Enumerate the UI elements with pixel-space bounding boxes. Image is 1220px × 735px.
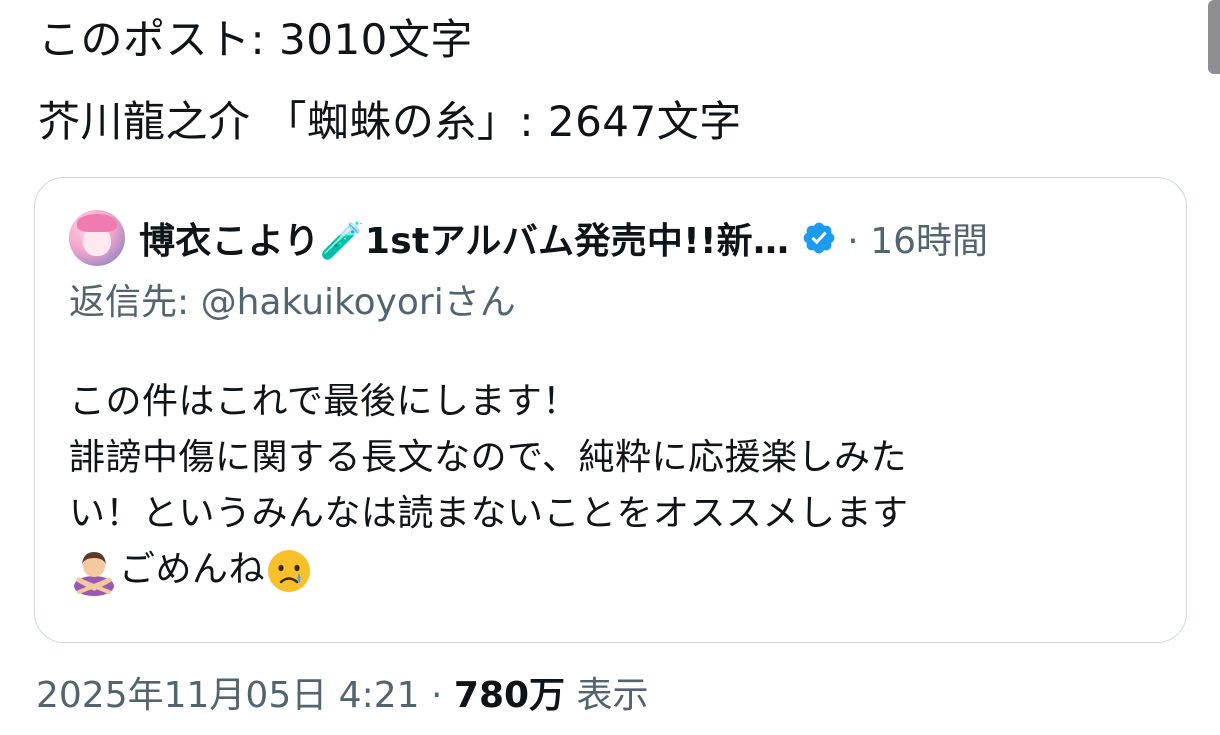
post-datetime[interactable]: 2025年11月05日 4:21 — [36, 675, 420, 716]
post-detail: このポスト: 3010文字 芥川龍之介 「蜘蛛の糸」: 2647文字 博衣こより… — [0, 0, 1220, 735]
quote-line-3: い！というみんなは読まないことをオススメします — [69, 493, 909, 534]
scrollbar[interactable] — [1208, 0, 1220, 74]
post-meta: 2025年11月05日 4:21 · 780万 表示 — [36, 668, 649, 724]
post-text: このポスト: 3010文字 芥川龍之介 「蜘蛛の糸」: 2647文字 — [38, 12, 1180, 150]
quoted-post-header: 博衣こより🧪1stアルバム発売中!!新… · 16時間 — [69, 210, 988, 266]
quote-line-1: この件はこれで最後にします！ — [69, 381, 579, 422]
time-value: 16時間 — [870, 221, 988, 262]
post-time[interactable]: · 16時間 — [847, 212, 988, 264]
post-line-2: 芥川龍之介 「蜘蛛の糸」: 2647文字 — [38, 97, 742, 146]
quote-line-2: 誹謗中傷に関する長文なので、純粋に応援楽しみた — [69, 437, 908, 478]
reply-to[interactable]: 返信先: @hakuikoyoriさん — [69, 278, 516, 328]
avatar[interactable] — [69, 210, 125, 266]
post-line-1: このポスト: 3010文字 — [38, 15, 473, 64]
views-label: 表示 — [576, 675, 649, 716]
quote-line-4: ごめんね — [69, 542, 1126, 598]
crying-face-emoji — [268, 550, 311, 592]
verified-badge-icon — [803, 222, 835, 254]
time-separator: · — [847, 221, 859, 262]
quoted-post[interactable]: 博衣こより🧪1stアルバム発売中!!新… · 16時間 返信先: @hakuik… — [34, 177, 1187, 643]
views-count[interactable]: 780万 — [454, 675, 565, 716]
quote-line-4-text: ごめんね — [119, 549, 266, 590]
person-gesturing-no-emoji — [74, 552, 114, 596]
meta-separator: · — [430, 675, 443, 716]
quoted-post-body: この件はこれで最後にします！ 誹謗中傷に関する長文なので、純粋に応援楽しみた い… — [69, 374, 1126, 598]
author-name[interactable]: 博衣こより🧪1stアルバム発売中!!新… — [139, 212, 789, 264]
